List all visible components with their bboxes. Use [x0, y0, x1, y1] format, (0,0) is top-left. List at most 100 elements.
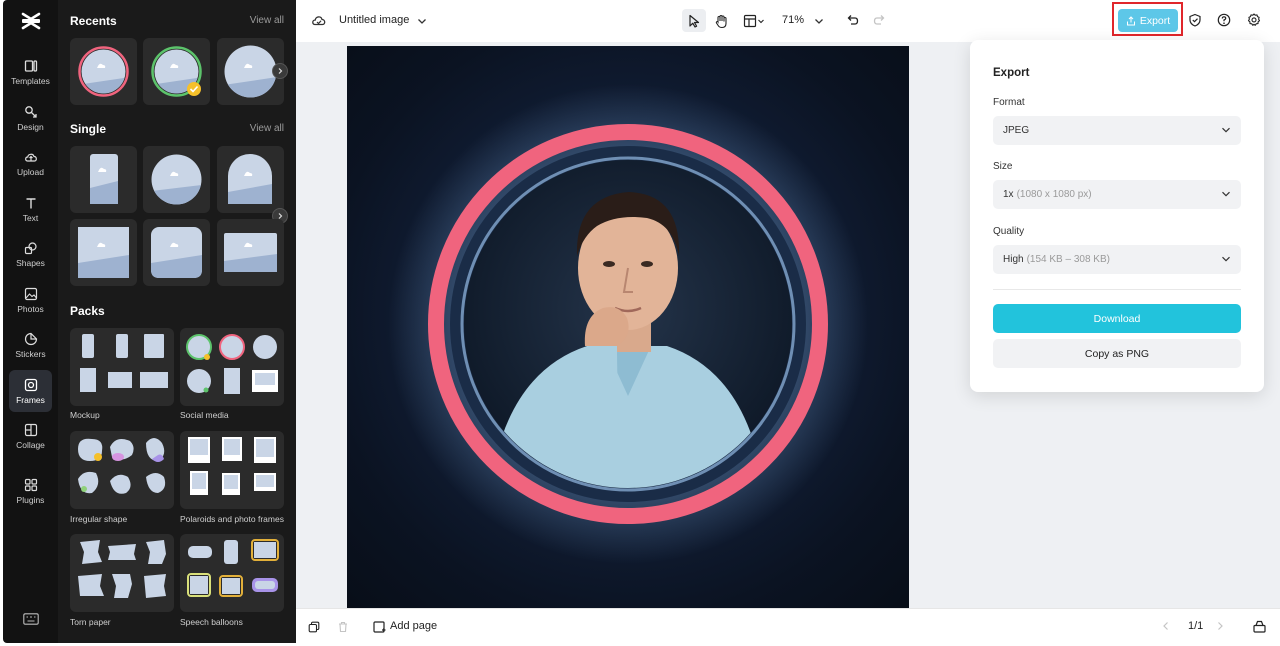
pack-card-social-media[interactable] [180, 328, 284, 406]
hand-tool-button[interactable] [710, 10, 732, 32]
zoom-level[interactable]: 71% [782, 14, 804, 26]
rail-item-label: Collage [16, 439, 45, 450]
size-detail: (1080 x 1080 px) [1016, 189, 1092, 200]
undo-icon[interactable] [844, 12, 860, 28]
pack-label: Mockup [70, 410, 100, 420]
zoom-chevron-down-icon[interactable] [813, 15, 825, 27]
popover-divider [993, 289, 1241, 290]
single-title: Single [70, 122, 107, 136]
next-page-icon[interactable] [1214, 620, 1226, 632]
circle-frame-preview [78, 46, 129, 97]
rail-item-templates[interactable]: Templates [9, 51, 52, 93]
pack-card-polaroids[interactable] [180, 431, 284, 509]
previous-page-icon[interactable] [1160, 620, 1172, 632]
mockup-pack-preview [80, 334, 168, 392]
upload-icon [24, 153, 37, 162]
single-frame-thumb[interactable] [143, 146, 210, 213]
single-frame-thumb[interactable] [70, 219, 137, 286]
export-popover-title: Export [993, 67, 1030, 79]
rail-item-label: Shapes [16, 257, 45, 268]
circle-frame-preview [151, 154, 202, 205]
frames-icon [24, 378, 37, 391]
rail-item-collage[interactable]: Collage [9, 415, 52, 457]
pack-card-mockup[interactable] [70, 328, 174, 406]
torn-paper-pack-preview [78, 540, 166, 598]
quality-detail: (154 KB – 308 KB) [1026, 254, 1110, 265]
packs-title: Packs [70, 304, 105, 318]
recent-frame-thumb[interactable] [143, 38, 210, 105]
format-select[interactable]: JPEG [993, 116, 1241, 145]
rail-item-shapes[interactable]: Shapes [9, 233, 52, 275]
chevron-down-icon [758, 19, 764, 24]
design-icon [24, 105, 37, 118]
rail-item-frames[interactable]: Frames [9, 370, 52, 412]
chevron-right-icon [278, 68, 283, 74]
single-frame-thumb[interactable] [143, 219, 210, 286]
redo-icon[interactable] [872, 12, 888, 28]
rail-item-text[interactable]: Text [9, 188, 52, 230]
select-tool-button[interactable] [682, 9, 706, 32]
collage-icon [24, 423, 37, 436]
size-select[interactable]: 1x (1080 x 1080 px) [993, 180, 1241, 209]
circle-frame-preview [151, 46, 202, 97]
pack-card-torn-paper[interactable] [70, 534, 174, 612]
cloud-save-icon[interactable] [311, 12, 327, 28]
pack-card-speech-balloons[interactable] [180, 534, 284, 612]
rail-item-label: Frames [16, 394, 45, 405]
frames-panel: Recents View all Single View all Packs M… [58, 0, 296, 643]
delete-page-icon[interactable] [336, 620, 350, 634]
pack-label: Torn paper [70, 617, 111, 627]
rail-item-upload[interactable]: Upload [9, 142, 52, 184]
download-button[interactable]: Download [993, 304, 1241, 333]
quality-select[interactable]: High (154 KB – 308 KB) [993, 245, 1241, 274]
recent-frame-thumb[interactable] [70, 38, 137, 105]
top-toolbar: Untitled image 71% Export [296, 0, 1280, 42]
settings-gear-icon[interactable] [1246, 12, 1262, 28]
pack-label: Polaroids and photo frames [180, 514, 284, 524]
landscape-frame-preview [224, 233, 277, 272]
export-popover: Export Format JPEG Size 1x (1080 x 1080 … [970, 40, 1264, 392]
chevron-down-icon[interactable] [416, 15, 428, 27]
arch-frame-preview [228, 154, 272, 204]
plugins-icon [24, 478, 37, 491]
rail-item-design[interactable]: Design [9, 97, 52, 139]
rail-item-stickers[interactable]: Stickers [9, 324, 52, 366]
single-view-all-link[interactable]: View all [250, 123, 284, 134]
rail-item-photos[interactable]: Photos [9, 279, 52, 321]
duplicate-page-icon[interactable] [307, 620, 321, 634]
help-icon[interactable] [1216, 12, 1232, 28]
add-page-button[interactable]: Add page [390, 620, 437, 632]
capcut-logo-icon[interactable] [20, 10, 42, 32]
single-frame-thumb[interactable] [217, 146, 284, 213]
pack-card-irregular-shape[interactable] [70, 431, 174, 509]
single-frame-thumb[interactable] [217, 219, 284, 286]
rail-item-label: Templates [11, 75, 50, 86]
size-value: 1x [1003, 189, 1014, 200]
rail-item-plugins[interactable]: Plugins [9, 470, 52, 512]
format-value: JPEG [1003, 125, 1030, 136]
square-frame-preview [78, 227, 129, 278]
document-title[interactable]: Untitled image [339, 14, 409, 26]
chevron-down-icon [1222, 127, 1230, 133]
single-frame-thumb[interactable] [70, 146, 137, 213]
pages-panel-icon[interactable] [1252, 619, 1266, 633]
artboard[interactable] [347, 46, 909, 608]
add-page-icon[interactable] [372, 620, 386, 634]
keyboard-shortcuts-icon[interactable] [23, 613, 39, 625]
shield-icon[interactable] [1187, 12, 1203, 28]
rail-item-label: Text [22, 212, 39, 223]
rail-item-label: Design [17, 121, 44, 132]
pack-label: Irregular shape [70, 514, 128, 524]
copy-as-png-button[interactable]: Copy as PNG [993, 339, 1241, 368]
layout-menu-button[interactable] [740, 10, 768, 32]
chevron-down-icon [1222, 256, 1230, 262]
bottom-toolbar: Add page 1/1 [296, 608, 1280, 643]
frame-photo-composition [388, 84, 868, 564]
pack-label: Social media [180, 410, 229, 420]
polaroids-pack-preview [188, 437, 276, 495]
templates-icon [24, 59, 37, 72]
recents-view-all-link[interactable]: View all [250, 15, 284, 26]
recents-scroll-right-button[interactable] [272, 63, 288, 79]
rail-item-label: Stickers [15, 348, 46, 359]
pack-label: Speech balloons [180, 617, 243, 627]
